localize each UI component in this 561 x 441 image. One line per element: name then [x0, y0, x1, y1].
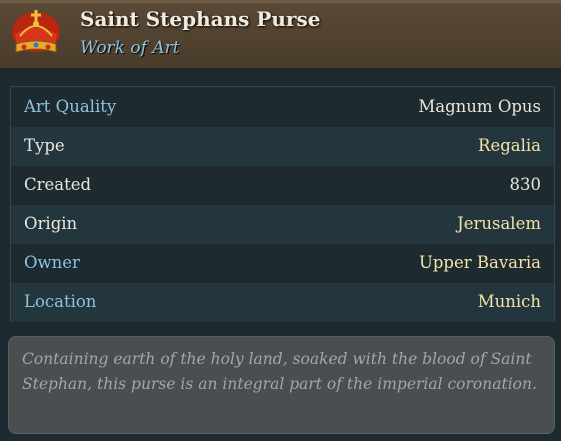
header-highlight [0, 0, 561, 3]
description-box: Containing earth of the holy land, soake… [8, 336, 555, 434]
artifact-tooltip: Saint Stephans Purse Work of Art Art Qua… [0, 0, 561, 441]
stat-value: Regalia [478, 136, 541, 155]
stat-row-created: Created 830 [11, 166, 554, 205]
stat-label[interactable]: Owner [24, 253, 80, 272]
stat-label: Type [24, 136, 65, 155]
tooltip-header: Saint Stephans Purse Work of Art [0, 0, 561, 70]
stat-value: Jerusalem [457, 214, 541, 233]
stat-row-type: Type Regalia [11, 127, 554, 166]
stat-label: Created [24, 175, 92, 194]
stat-value: 830 [509, 175, 542, 194]
stat-label[interactable]: Location [24, 292, 96, 311]
item-title: Saint Stephans Purse [80, 7, 321, 31]
stat-row-art-quality: Art Quality Magnum Opus [11, 88, 554, 127]
stat-label: Origin [24, 214, 78, 233]
stat-value[interactable]: Munich [478, 292, 541, 311]
stat-value: Magnum Opus [418, 97, 541, 116]
stat-row-location: Location Munich [11, 283, 554, 322]
stats-table: Art Quality Magnum Opus Type Regalia Cre… [10, 86, 555, 322]
stat-row-origin: Origin Jerusalem [11, 205, 554, 244]
stat-row-owner: Owner Upper Bavaria [11, 244, 554, 283]
stat-value[interactable]: Upper Bavaria [419, 253, 541, 272]
stat-label[interactable]: Art Quality [24, 97, 116, 116]
crown-icon [12, 10, 60, 53]
item-category: Work of Art [80, 38, 180, 58]
item-description: Containing earth of the holy land, soake… [22, 350, 537, 393]
